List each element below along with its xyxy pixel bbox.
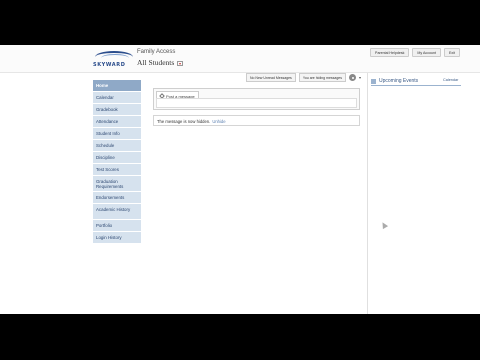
sidebar-item-home[interactable]: Home xyxy=(93,80,141,92)
post-message-box: Post a message xyxy=(153,88,360,110)
student-selector-label: All Students xyxy=(137,58,175,67)
sidebar-item-discipline[interactable]: Discipline xyxy=(93,152,141,164)
student-selector[interactable]: All Students xyxy=(137,58,184,67)
right-panel: Upcoming Events Calendar xyxy=(367,73,480,314)
sidebar-item-calendar[interactable]: Calendar xyxy=(93,92,141,104)
sidebar-item-endorsements[interactable]: Endorsements xyxy=(93,192,141,204)
hiding-messages-button[interactable]: You are hiding messages xyxy=(298,73,346,82)
chevron-down-icon[interactable] xyxy=(359,76,361,79)
hidden-message-notice: The message is now hidden. Unhide xyxy=(153,115,360,126)
gear-icon[interactable] xyxy=(349,74,356,81)
header: SKYWARD Family Access All Students Paren… xyxy=(0,45,480,73)
app-title: Family Access xyxy=(137,49,176,55)
exit-link[interactable]: Exit xyxy=(444,48,460,57)
upcoming-events-header: Upcoming Events Calendar xyxy=(371,77,461,86)
sidebar-item-attendance[interactable]: Attendance xyxy=(93,116,141,128)
message-toolbar: No New Unread Messages You are hiding me… xyxy=(245,73,361,82)
sidebar-item-student-info[interactable]: Student Info xyxy=(93,128,141,140)
upcoming-events-title: Upcoming Events xyxy=(379,78,419,84)
hidden-message-text: The message is now hidden. xyxy=(157,118,211,124)
helpdesk-link[interactable]: Parental Helpdesk xyxy=(370,48,410,57)
sidebar-item-graduation-requirements[interactable]: Graduation Requirements xyxy=(93,176,141,192)
sidebar-nav: Home Calendar Gradebook Attendance Stude… xyxy=(93,80,141,244)
sidebar-item-gradebook[interactable]: Gradebook xyxy=(93,104,141,116)
sidebar-item-portfolio[interactable]: Portfolio xyxy=(93,220,141,232)
post-message-input[interactable] xyxy=(156,98,357,108)
skyward-logo[interactable]: SKYWARD xyxy=(93,50,135,70)
unread-messages-button[interactable]: No New Unread Messages xyxy=(245,73,296,82)
unhide-link[interactable]: Unhide xyxy=(212,119,225,124)
dropdown-icon[interactable] xyxy=(177,60,184,66)
main-content: No New Unread Messages You are hiding me… xyxy=(148,73,365,314)
calendar-link[interactable]: Calendar xyxy=(443,78,458,82)
logo-arc-inner xyxy=(101,54,129,62)
logo-text: SKYWARD xyxy=(93,62,126,68)
my-account-link[interactable]: My Account xyxy=(412,48,441,57)
calendar-icon xyxy=(371,78,376,84)
sidebar-item-academic-history[interactable]: Academic History xyxy=(93,204,141,220)
top-links: Parental Helpdesk My Account Exit xyxy=(370,48,460,57)
sidebar-item-test-scores[interactable]: Test Scores xyxy=(93,164,141,176)
browser-viewport: SKYWARD Family Access All Students Paren… xyxy=(0,45,480,314)
sidebar-item-schedule[interactable]: Schedule xyxy=(93,140,141,152)
sidebar-item-login-history[interactable]: Login History xyxy=(93,232,141,244)
